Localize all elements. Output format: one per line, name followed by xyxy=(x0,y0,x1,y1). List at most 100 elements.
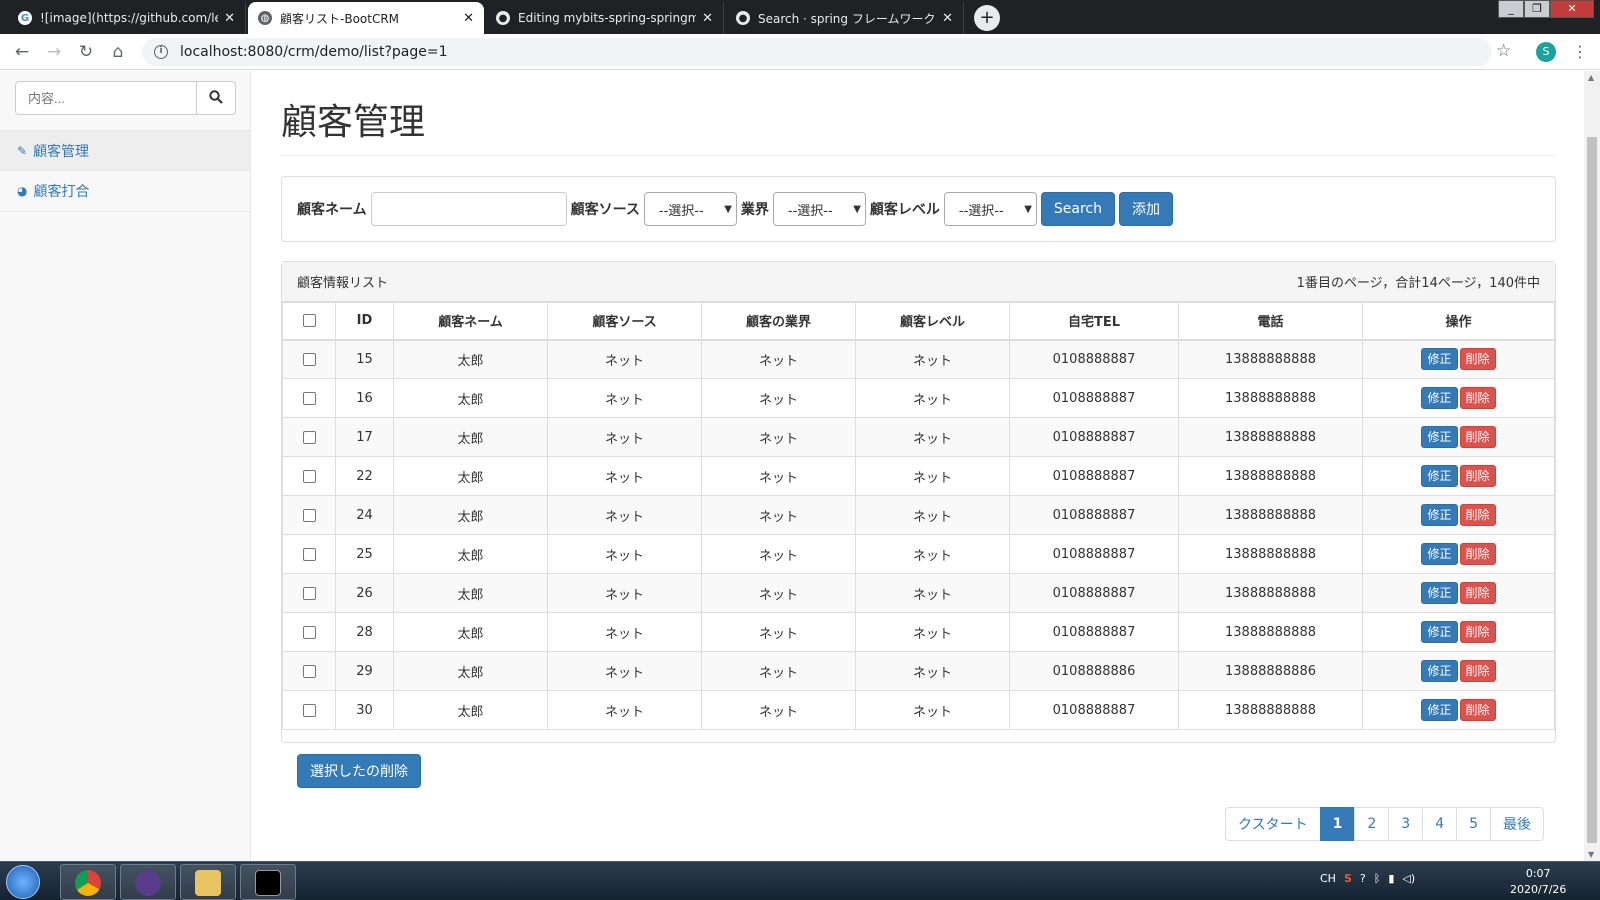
page-4[interactable]: 4 xyxy=(1422,807,1458,841)
edit-button[interactable]: 修正 xyxy=(1421,504,1458,526)
row-checkbox[interactable] xyxy=(302,703,316,717)
network-icon[interactable]: ▮ xyxy=(1388,872,1394,885)
sogou-icon[interactable]: S xyxy=(1344,872,1352,885)
sidebar-search-button[interactable] xyxy=(197,81,236,115)
start-button[interactable] xyxy=(6,865,40,899)
cell-actions: 修正 削除 xyxy=(1362,690,1555,730)
windows-taskbar: CH S ? ᛒ ▮ ◁) 0:07 2020/7/26 xyxy=(0,861,1600,900)
edit-button[interactable]: 修正 xyxy=(1421,660,1458,682)
browser-tab-3[interactable]: ● Editing mybits-spring-springm ✕ xyxy=(486,2,724,34)
industry-select[interactable]: --選択-- ▼ xyxy=(772,192,866,226)
row-checkbox[interactable] xyxy=(302,469,316,483)
new-tab-button[interactable]: + xyxy=(974,5,1000,31)
forward-button[interactable]: → xyxy=(42,40,66,64)
page-first[interactable]: クスタート xyxy=(1225,807,1321,841)
close-icon[interactable]: ✕ xyxy=(224,11,235,26)
industry-label: 業界 xyxy=(740,202,769,218)
page-last[interactable]: 最後 xyxy=(1490,807,1545,841)
delete-button[interactable]: 削除 xyxy=(1459,504,1496,526)
page-2[interactable]: 2 xyxy=(1354,807,1390,841)
column-header: 自宅TEL xyxy=(1009,302,1179,341)
column-header: 顧客レベル xyxy=(855,302,1010,341)
volume-icon[interactable]: ◁) xyxy=(1402,872,1415,885)
row-checkbox[interactable] xyxy=(302,664,316,678)
help-icon[interactable]: ? xyxy=(1360,872,1366,885)
maximize-button[interactable]: ❐ xyxy=(1524,0,1550,18)
taskbar-cmd[interactable] xyxy=(240,864,296,900)
customer-name-input[interactable] xyxy=(370,192,567,226)
close-icon[interactable]: ✕ xyxy=(942,11,953,26)
sidebar-search-input[interactable] xyxy=(15,81,197,115)
select-all-checkbox[interactable] xyxy=(302,314,316,328)
row-checkbox[interactable] xyxy=(302,508,316,522)
row-checkbox[interactable] xyxy=(302,586,316,600)
address-bar[interactable]: i localhost:8080/crm/demo/list?page=1 xyxy=(142,38,1492,66)
ime-indicator[interactable]: CH xyxy=(1320,872,1336,885)
more-menu-icon[interactable]: ⋮ xyxy=(1572,42,1588,61)
edit-button[interactable]: 修正 xyxy=(1421,348,1458,371)
row-checkbox[interactable] xyxy=(302,352,316,366)
taskbar-chrome[interactable] xyxy=(60,864,116,900)
sidebar-item-customer-meeting[interactable]: ◕ 顧客打合 xyxy=(0,171,250,212)
customer-source-select[interactable]: --選択-- ▼ xyxy=(643,192,737,226)
browser-tab-4[interactable]: ● Search · spring フレームワーク ✕ xyxy=(726,2,964,34)
search-button[interactable]: Search xyxy=(1040,192,1116,226)
delete-button[interactable]: 削除 xyxy=(1459,621,1496,643)
edit-button[interactable]: 修正 xyxy=(1421,543,1458,565)
page-scrollbar[interactable]: ▲ ▼ xyxy=(1584,71,1600,861)
row-checkbox[interactable] xyxy=(302,430,316,444)
info-icon[interactable]: i xyxy=(154,45,168,59)
browser-tab-2[interactable]: ◍ 顧客リスト-BootCRM ✕ xyxy=(248,2,484,34)
edit-button[interactable]: 修正 xyxy=(1421,582,1458,604)
window-close-button[interactable]: ✕ xyxy=(1550,0,1594,18)
delete-button[interactable]: 削除 xyxy=(1459,660,1496,682)
taskbar-explorer[interactable] xyxy=(180,864,236,900)
globe-icon: ◍ xyxy=(258,11,272,25)
back-button[interactable]: ← xyxy=(10,40,34,64)
edit-button[interactable]: 修正 xyxy=(1421,426,1458,448)
close-icon[interactable]: ✕ xyxy=(463,11,474,26)
cell-level: ネット xyxy=(855,534,1010,574)
delete-button[interactable]: 削除 xyxy=(1459,465,1496,487)
delete-button[interactable]: 削除 xyxy=(1459,543,1496,565)
row-checkbox[interactable] xyxy=(302,625,316,639)
page-1[interactable]: 1 xyxy=(1319,807,1356,841)
edit-button[interactable]: 修正 xyxy=(1421,621,1458,643)
customer-level-select[interactable]: --選択-- ▼ xyxy=(943,192,1037,226)
delete-button[interactable]: 削除 xyxy=(1459,348,1496,371)
delete-button[interactable]: 削除 xyxy=(1459,582,1496,604)
home-button[interactable]: ⌂ xyxy=(106,40,130,64)
row-checkbox[interactable] xyxy=(302,547,316,561)
cell-phone: 13888888888 xyxy=(1178,456,1363,496)
clock[interactable]: 0:07 2020/7/26 xyxy=(1510,866,1566,898)
close-icon[interactable]: ✕ xyxy=(702,11,713,26)
bookmark-star-icon[interactable]: ☆ xyxy=(1496,41,1511,61)
scroll-down-icon[interactable]: ▼ xyxy=(1588,850,1594,859)
delete-button[interactable]: 削除 xyxy=(1459,387,1496,409)
page-5[interactable]: 5 xyxy=(1456,807,1492,841)
edit-button[interactable]: 修正 xyxy=(1421,387,1458,409)
bluetooth-icon[interactable]: ᛒ xyxy=(1374,872,1381,885)
page-3[interactable]: 3 xyxy=(1388,807,1424,841)
minimize-button[interactable]: _ xyxy=(1498,0,1524,18)
scrollbar-thumb[interactable] xyxy=(1587,137,1597,843)
cell-level: ネット xyxy=(855,495,1010,535)
browser-tab-1[interactable]: G ![image](https://github.com/le ✕ xyxy=(8,2,246,34)
scroll-up-icon[interactable]: ▲ xyxy=(1588,73,1594,82)
cell-phone: 13888888886 xyxy=(1178,651,1363,691)
taskbar-eclipse[interactable] xyxy=(120,864,176,900)
edit-button[interactable]: 修正 xyxy=(1421,699,1458,721)
profile-avatar[interactable]: S xyxy=(1536,42,1556,62)
url-text[interactable]: localhost:8080/crm/demo/list?page=1 xyxy=(180,44,447,60)
delete-selected-button[interactable]: 選択したの削除 xyxy=(297,754,421,788)
edit-button[interactable]: 修正 xyxy=(1421,465,1458,487)
add-button[interactable]: 添加 xyxy=(1119,192,1174,226)
chevron-down-icon: ▼ xyxy=(724,203,732,215)
delete-button[interactable]: 削除 xyxy=(1459,426,1496,448)
column-header: 顧客ネーム xyxy=(393,302,548,341)
row-checkbox[interactable] xyxy=(302,391,316,405)
cell-name: 太郎 xyxy=(393,690,548,730)
sidebar-item-customer-management[interactable]: ✎ 顧客管理 xyxy=(0,130,250,171)
delete-button[interactable]: 削除 xyxy=(1459,699,1496,721)
reload-button[interactable]: ↻ xyxy=(74,40,98,64)
